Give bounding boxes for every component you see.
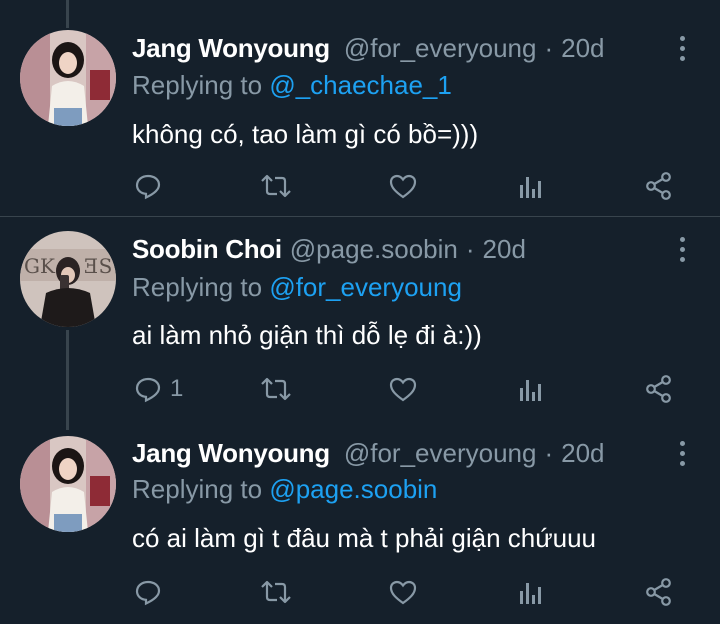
share-button[interactable]: [644, 170, 674, 202]
avatar[interactable]: GK ƎS: [20, 231, 116, 327]
share-icon: [646, 375, 671, 403]
share-button[interactable]: [644, 576, 674, 608]
tweet-text: không có, tao làm gì có bồ=))): [132, 119, 479, 149]
reply-icon: [135, 580, 161, 606]
like-button[interactable]: [388, 373, 418, 405]
replying-to: Replying to @_chaechae_1: [132, 66, 452, 104]
svg-text:ƎS: ƎS: [84, 254, 112, 278]
retweet-icon: [261, 377, 291, 401]
reply-icon: [135, 377, 161, 403]
heart-icon: [389, 174, 417, 199]
display-name[interactable]: Soobin Choi: [132, 234, 282, 264]
analytics-button[interactable]: [518, 170, 544, 202]
analytics-button[interactable]: [518, 373, 544, 405]
replying-to: Replying to @for_everyoung: [132, 268, 462, 306]
tweet-header: Soobin Choi @page.soobin · 20d: [132, 229, 526, 269]
like-button[interactable]: [388, 170, 418, 202]
timestamp[interactable]: 20d: [483, 234, 526, 264]
timestamp[interactable]: 20d: [561, 438, 604, 468]
avatar[interactable]: [20, 436, 116, 532]
replying-to: Replying to @page.soobin: [132, 470, 437, 508]
reply-button[interactable]: [134, 170, 170, 202]
heart-icon: [389, 377, 417, 402]
retweet-button[interactable]: [260, 576, 292, 608]
tweet-1[interactable]: Jang Wonyoung @for_everyoung · 20d Replying…: [0, 0, 720, 216]
analytics-button[interactable]: [518, 576, 544, 608]
tweet-text: ai làm nhỏ giận thì dỗ lẹ đi à:)): [132, 320, 482, 350]
tweet-3[interactable]: Jang Wonyoung @for_everyoung · 20d Replying…: [0, 418, 720, 624]
tweet-header: Jang Wonyoung @for_everyoung · 20d: [132, 433, 605, 473]
more-vertical-icon[interactable]: [672, 229, 692, 269]
heart-icon: [389, 580, 417, 605]
mention-link[interactable]: @page.soobin: [269, 474, 437, 504]
username[interactable]: @for_everyoung: [344, 33, 537, 63]
replying-to-label: Replying to: [132, 474, 263, 504]
svg-text:GK: GK: [24, 254, 56, 278]
mention-link[interactable]: @for_everyoung: [269, 272, 462, 302]
username[interactable]: @for_everyoung: [344, 438, 537, 468]
display-name[interactable]: Jang Wonyoung: [132, 438, 330, 468]
username[interactable]: @page.soobin: [290, 234, 458, 264]
reply-button[interactable]: [134, 576, 170, 608]
more-vertical-icon[interactable]: [672, 433, 692, 473]
avatar[interactable]: [20, 30, 116, 126]
tweet-header: Jang Wonyoung @for_everyoung · 20d: [132, 28, 605, 68]
retweet-icon: [261, 174, 291, 198]
like-button[interactable]: [388, 576, 418, 608]
replying-to-label: Replying to: [132, 272, 263, 302]
reply-button[interactable]: 1: [134, 373, 183, 405]
analytics-icon: [520, 380, 541, 401]
share-icon: [646, 172, 671, 200]
retweet-icon: [261, 580, 291, 604]
tweet-text: có ai làm gì t đâu mà t phải giận chứuuu: [132, 523, 597, 553]
analytics-icon: [520, 583, 541, 604]
separator: ·: [544, 438, 554, 468]
timestamp[interactable]: 20d: [561, 33, 604, 63]
share-button[interactable]: [644, 373, 674, 405]
analytics-icon: [520, 177, 541, 198]
reply-icon: [135, 174, 161, 200]
retweet-button[interactable]: [260, 373, 292, 405]
tweet-2[interactable]: GK ƎS Soobin Choi @page.soobin · 20d Replyi…: [0, 217, 720, 417]
reply-count: 1: [170, 375, 184, 402]
replying-to-label: Replying to: [132, 70, 263, 100]
share-icon: [646, 578, 671, 606]
retweet-button[interactable]: [260, 170, 292, 202]
display-name[interactable]: Jang Wonyoung: [132, 33, 330, 63]
separator: ·: [465, 234, 475, 264]
more-vertical-icon[interactable]: [672, 28, 692, 68]
mention-link[interactable]: @_chaechae_1: [269, 70, 452, 100]
separator: ·: [544, 33, 554, 63]
